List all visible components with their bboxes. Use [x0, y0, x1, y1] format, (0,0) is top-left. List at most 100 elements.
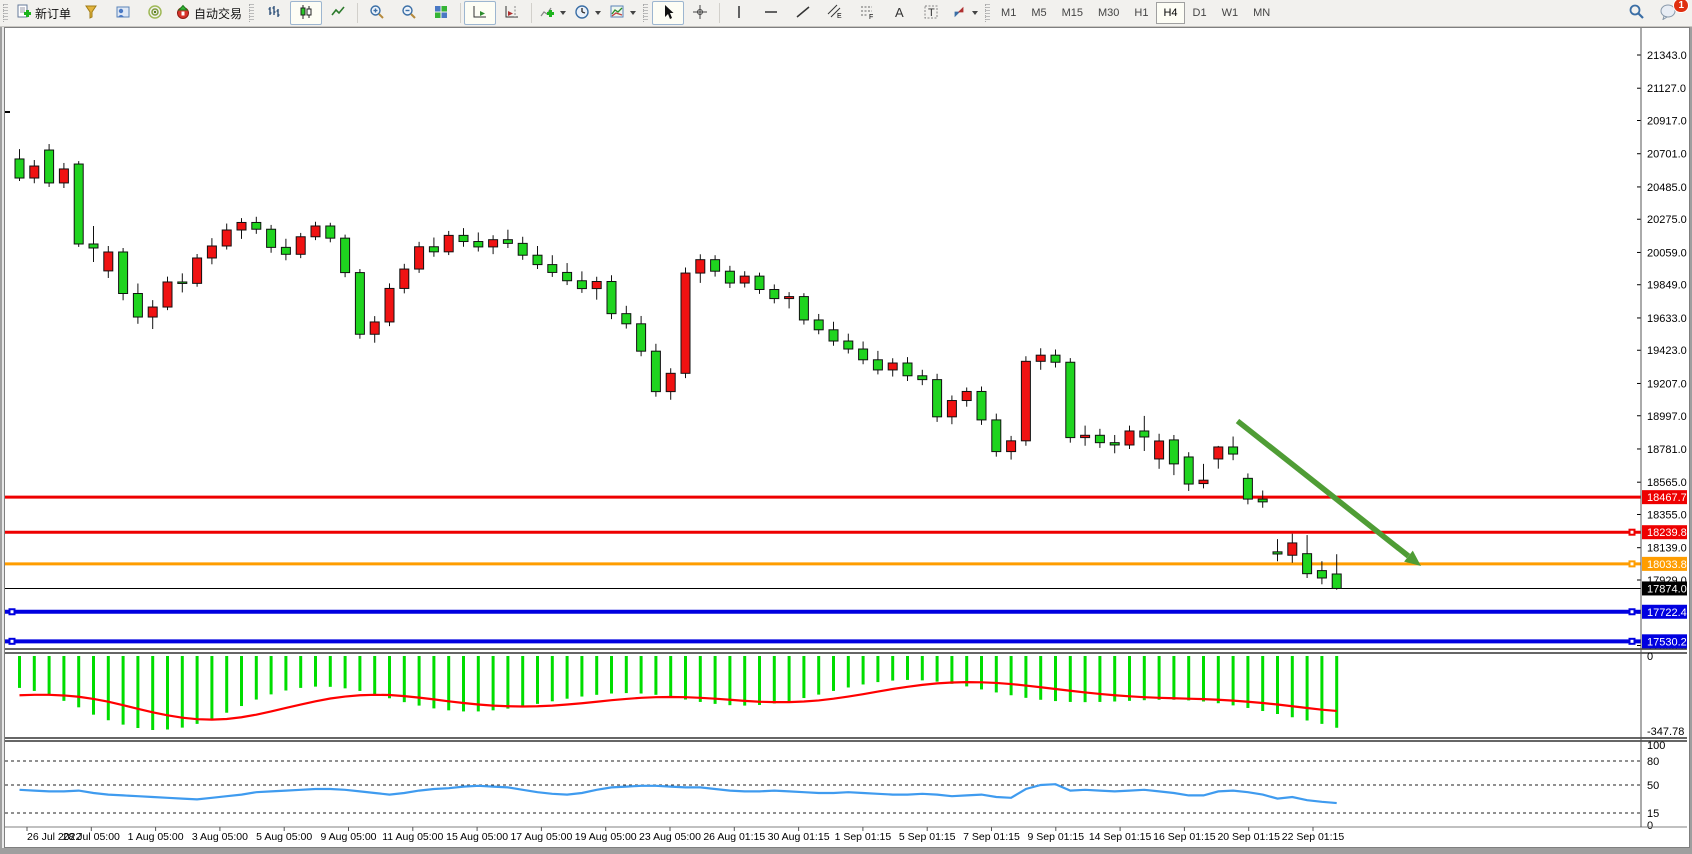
- signals-button[interactable]: [139, 1, 171, 25]
- svg-text:F: F: [869, 14, 873, 20]
- candle: [503, 240, 512, 244]
- chart-canvas[interactable]: 21343.021127.020917.020701.020485.020275…: [5, 28, 1687, 845]
- timeframe-h4-button[interactable]: H4: [1156, 2, 1184, 24]
- svg-text:18467.7: 18467.7: [1647, 492, 1687, 504]
- trendline-button[interactable]: [787, 1, 819, 25]
- horizontal-line-icon: [763, 4, 779, 23]
- svg-text:18239.8: 18239.8: [1647, 527, 1687, 539]
- zoom-in-icon: [369, 4, 385, 23]
- timeframe-m15-button[interactable]: M15: [1055, 2, 1090, 24]
- price-badge-18239.8: 18239.8: [1642, 525, 1687, 539]
- bar-chart-icon: [266, 4, 282, 23]
- candle: [844, 341, 853, 349]
- equidistant-channel-button[interactable]: E: [819, 1, 851, 25]
- candle: [415, 247, 424, 269]
- toolbar-grip[interactable]: [643, 4, 648, 22]
- toolbar-grip[interactable]: [249, 4, 254, 22]
- candle: [489, 240, 498, 247]
- candle: [178, 282, 187, 284]
- templates-icon: [609, 4, 625, 23]
- tile-windows-button[interactable]: [425, 1, 457, 25]
- svg-text:-347.78: -347.78: [1647, 726, 1684, 738]
- candle: [873, 360, 882, 370]
- crosshair-button[interactable]: [684, 1, 716, 25]
- candle: [1110, 443, 1119, 445]
- candle: [1169, 440, 1178, 464]
- periods-button[interactable]: [570, 1, 605, 25]
- zoom-out-button[interactable]: [393, 1, 425, 25]
- templates-button[interactable]: [605, 1, 640, 25]
- zoom-in-button[interactable]: [361, 1, 393, 25]
- indicators-button[interactable]: [535, 1, 570, 25]
- chart-shift-button[interactable]: [496, 1, 528, 25]
- candle: [1199, 480, 1208, 483]
- candle: [533, 255, 542, 264]
- horizontal-line-button[interactable]: [755, 1, 787, 25]
- svg-text:0: 0: [1647, 651, 1653, 663]
- timeframe-m1-button[interactable]: M1: [994, 2, 1023, 24]
- timeframe-h1-button[interactable]: H1: [1127, 2, 1155, 24]
- candle: [1007, 441, 1016, 452]
- svg-text:17722.4: 17722.4: [1647, 607, 1687, 619]
- cursor-button[interactable]: [652, 1, 684, 25]
- svg-text:11 Aug 05:00: 11 Aug 05:00: [382, 831, 443, 843]
- line-chart-button[interactable]: [322, 1, 354, 25]
- market-watch-icon: [83, 4, 99, 23]
- search-button[interactable]: [1620, 1, 1652, 25]
- candle: [711, 260, 720, 272]
- svg-text:50: 50: [1647, 780, 1659, 792]
- timeframe-m30-button[interactable]: M30: [1091, 2, 1126, 24]
- timeframe-w1-button[interactable]: W1: [1215, 2, 1246, 24]
- svg-text:30 Aug 01:15: 30 Aug 01:15: [768, 831, 830, 843]
- candle: [888, 363, 897, 370]
- price-badge-17722.4: 17722.4: [1642, 605, 1687, 619]
- candle: [74, 164, 83, 244]
- price-badge-17530.2: 17530.2: [1642, 634, 1687, 648]
- candle: [355, 273, 364, 335]
- toolbar-grip[interactable]: [985, 4, 990, 22]
- svg-text:18139.0: 18139.0: [1647, 543, 1687, 555]
- candle: [1021, 361, 1030, 441]
- arrows-icon: [951, 4, 967, 23]
- new-order-icon: [16, 4, 32, 23]
- candle: [918, 376, 927, 380]
- svg-text:23 Aug 05:00: 23 Aug 05:00: [639, 831, 701, 843]
- candle: [119, 252, 128, 294]
- candle: [281, 247, 290, 254]
- auto-scroll-button[interactable]: [464, 1, 496, 25]
- toolbar-grip[interactable]: [3, 4, 8, 22]
- svg-text:21127.0: 21127.0: [1647, 83, 1686, 95]
- candle: [148, 307, 157, 317]
- fibonacci-button[interactable]: F: [851, 1, 883, 25]
- svg-text:14 Sep 01:15: 14 Sep 01:15: [1089, 831, 1152, 843]
- text-label-button[interactable]: T: [915, 1, 947, 25]
- candle: [785, 297, 794, 299]
- autotrading-button[interactable]: 自动交易: [171, 1, 246, 25]
- timeframe-d1-button[interactable]: D1: [1186, 2, 1214, 24]
- navigator-button[interactable]: [107, 1, 139, 25]
- candle: [104, 252, 113, 271]
- chart-shift-icon: [504, 4, 520, 23]
- arrows-button[interactable]: [947, 1, 982, 25]
- text-button[interactable]: A: [883, 1, 915, 25]
- bar-chart-button[interactable]: [258, 1, 290, 25]
- svg-text:28 Jul 05:00: 28 Jul 05:00: [63, 831, 120, 843]
- candle: [1214, 447, 1223, 459]
- svg-text:5 Sep 01:15: 5 Sep 01:15: [899, 831, 956, 843]
- candlestick-chart-button[interactable]: [290, 1, 322, 25]
- candle: [577, 281, 586, 289]
- candle: [1155, 441, 1164, 459]
- crosshair-icon: [692, 4, 708, 23]
- new-order-button[interactable]: 新订单: [12, 1, 75, 25]
- market-watch-button[interactable]: [75, 1, 107, 25]
- svg-text:16 Sep 01:15: 16 Sep 01:15: [1153, 831, 1216, 843]
- chat-button[interactable]: 1: [1652, 1, 1684, 25]
- timeframe-mn-button[interactable]: MN: [1246, 2, 1277, 24]
- svg-text:17 Aug 05:00: 17 Aug 05:00: [510, 831, 572, 843]
- svg-text:18355.0: 18355.0: [1647, 509, 1687, 521]
- candle: [341, 238, 350, 272]
- price-badge-17874.0: 17874.0: [1642, 581, 1687, 595]
- candle: [859, 349, 868, 360]
- vertical-line-button[interactable]: [723, 1, 755, 25]
- timeframe-m5-button[interactable]: M5: [1024, 2, 1053, 24]
